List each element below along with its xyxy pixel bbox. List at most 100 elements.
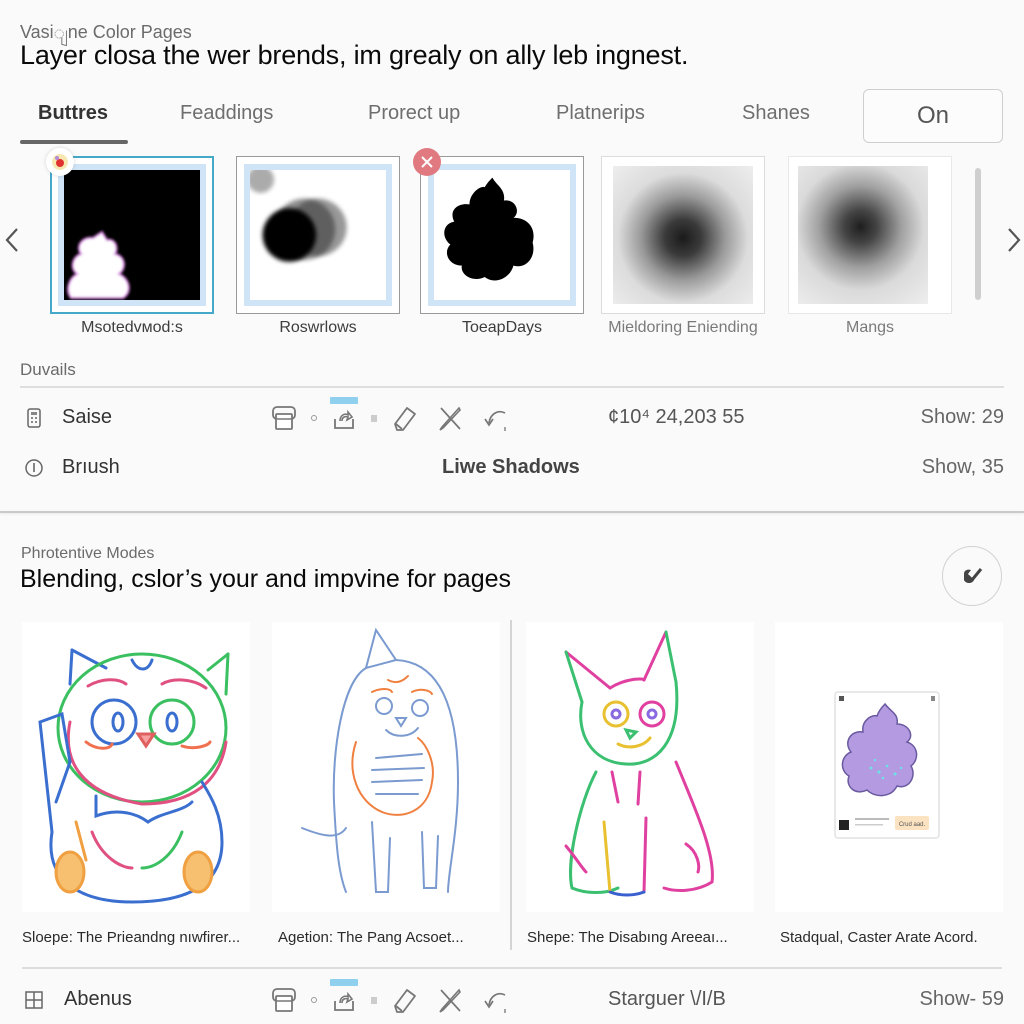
undo-tool-button[interactable] bbox=[478, 401, 514, 435]
eraser-icon bbox=[394, 407, 416, 431]
section-label-details: Duvails bbox=[20, 360, 76, 379]
kitten-line-art bbox=[564, 630, 714, 897]
dog-line-art bbox=[301, 627, 460, 893]
gallery-divider bbox=[510, 620, 512, 950]
separator-dot bbox=[311, 997, 317, 1003]
eraser-tool-button[interactable] bbox=[386, 983, 422, 1017]
page-title: Layer closa the wer brends, im grealy on… bbox=[20, 40, 689, 70]
chevron-left-icon bbox=[5, 228, 18, 252]
divider bbox=[22, 967, 1002, 969]
printer-icon bbox=[272, 988, 296, 1012]
radial-blur-preview bbox=[798, 166, 928, 304]
tab-shanes[interactable]: Shanes bbox=[742, 102, 810, 125]
close-icon bbox=[421, 156, 433, 168]
coloring-card-2[interactable] bbox=[272, 622, 500, 912]
row-label: Abenus bbox=[64, 988, 132, 1010]
thumb-label: ToeapDays bbox=[461, 319, 543, 336]
printer-tool-button[interactable] bbox=[266, 983, 302, 1017]
detail-row: Brıush Liwe Shadows Show, 35 bbox=[20, 448, 1004, 488]
undo-curve-icon bbox=[484, 410, 506, 431]
purple-blob-mockup: Crud aad. bbox=[834, 691, 940, 839]
thumb-preview bbox=[428, 164, 576, 306]
thumb-label: Mieldoring Eniending bbox=[608, 319, 758, 336]
submit-tag bbox=[330, 979, 358, 986]
pen-cross-tool-button[interactable] bbox=[432, 983, 468, 1017]
blend-thumb-5[interactable] bbox=[788, 156, 952, 314]
chevron-right-icon bbox=[1008, 228, 1021, 252]
info-circle-icon bbox=[25, 459, 43, 477]
coloring-card-1[interactable] bbox=[22, 622, 250, 912]
gallery-title: Blending, cslor’s your and impvine for p… bbox=[20, 565, 512, 593]
carousel-scrollbar[interactable] bbox=[975, 168, 981, 300]
approve-action-button[interactable] bbox=[942, 546, 1002, 606]
radial-blur-preview bbox=[613, 166, 753, 304]
black-blob-image bbox=[444, 177, 534, 281]
tool-strip bbox=[266, 979, 514, 1018]
separator-dot bbox=[311, 415, 317, 421]
tab-feaddings[interactable]: Feaddings bbox=[180, 102, 273, 125]
thumb-label: Msotedvмod:s bbox=[81, 319, 183, 336]
footer-row: Abenus Starguer \/I/B Show- 59 bbox=[20, 979, 1005, 1020]
remove-badge-button[interactable] bbox=[413, 148, 441, 176]
tab-platnerips[interactable]: Platnerips bbox=[556, 102, 645, 125]
grid-icon bbox=[25, 991, 43, 1009]
live-shadows-label[interactable]: Liwe Shadows bbox=[442, 456, 580, 479]
tool-strip bbox=[266, 397, 514, 436]
pen-cross-icon bbox=[439, 406, 461, 431]
eraser-icon bbox=[394, 989, 416, 1013]
detail-row: Saise ¢10⁴ 24,203 55 Show: 29 bbox=[20, 397, 1004, 438]
thumb-preview bbox=[58, 164, 206, 306]
card-caption: Agetion: The Pang Acsoet... bbox=[278, 929, 464, 946]
blend-thumb-2[interactable] bbox=[236, 156, 400, 314]
section-divider bbox=[0, 511, 1024, 513]
pen-cross-tool-button[interactable] bbox=[432, 401, 468, 435]
share-upload-icon bbox=[334, 991, 354, 1011]
undo-curve-icon bbox=[484, 992, 506, 1013]
coordinate-readout: ¢10⁴ 24,203 55 bbox=[608, 406, 745, 428]
on-toggle-button[interactable]: On bbox=[863, 89, 1003, 143]
carousel-prev-button[interactable] bbox=[2, 222, 22, 258]
undo-tool-button[interactable] bbox=[478, 983, 514, 1017]
carousel-next-button[interactable] bbox=[1004, 222, 1024, 258]
row-label: Brıush bbox=[62, 456, 120, 478]
printer-icon bbox=[272, 406, 296, 430]
subscribe-tag bbox=[330, 397, 358, 404]
printer-tool-button[interactable] bbox=[266, 401, 302, 435]
color-dot-icon bbox=[46, 148, 74, 176]
calculator-icon bbox=[27, 408, 41, 428]
starguer-readout: Starguer \/I/B bbox=[608, 988, 726, 1010]
pen-cross-icon bbox=[439, 988, 461, 1013]
export-tool-button[interactable] bbox=[326, 397, 362, 435]
card-caption: Stadqual, Caster Arate Acord. bbox=[780, 929, 978, 946]
thumb-label: Mangs bbox=[845, 319, 895, 336]
blend-thumb-1[interactable] bbox=[46, 148, 214, 314]
coloring-card-4[interactable]: Crud aad. bbox=[775, 622, 1003, 912]
show-count: Show: 29 bbox=[920, 406, 1004, 428]
show-count: Show, 35 bbox=[921, 456, 1004, 478]
check-brush-icon bbox=[964, 568, 983, 583]
coloring-card-3[interactable] bbox=[526, 622, 754, 912]
share-upload-icon bbox=[334, 409, 354, 429]
show-count: Show- 59 bbox=[919, 988, 1005, 1010]
mockup-mini-button: Crud aad. bbox=[899, 822, 926, 828]
tab-bar: Buttres Feaddings Prorect up Platnerips … bbox=[20, 88, 1004, 148]
card-caption: Shepe: The Disabıng Areeaı... bbox=[527, 929, 728, 946]
tab-prorect-up[interactable]: Prorect up bbox=[368, 102, 460, 125]
separator-square bbox=[371, 996, 377, 1004]
export-tool-button[interactable] bbox=[326, 979, 362, 1017]
card-caption: Sloepe: The Prieandng nıwfirer... bbox=[22, 929, 241, 946]
thumb-preview bbox=[244, 164, 392, 306]
active-tab-indicator bbox=[20, 140, 128, 144]
blend-thumb-3[interactable] bbox=[413, 148, 584, 314]
divider bbox=[20, 386, 1004, 388]
blend-thumb-4[interactable] bbox=[601, 156, 765, 314]
thumb-label: Roswrlows bbox=[279, 319, 357, 336]
gallery-eyebrow: Phrotentive Modes bbox=[21, 545, 155, 562]
overlapping-circles-image bbox=[250, 170, 347, 262]
tab-buttres[interactable]: Buttres bbox=[38, 102, 108, 125]
separator-square bbox=[371, 414, 377, 422]
owl-cat-line-art bbox=[38, 648, 230, 904]
white-blob-image bbox=[67, 230, 130, 299]
row-label: Saise bbox=[62, 406, 113, 428]
eraser-tool-button[interactable] bbox=[386, 401, 422, 435]
